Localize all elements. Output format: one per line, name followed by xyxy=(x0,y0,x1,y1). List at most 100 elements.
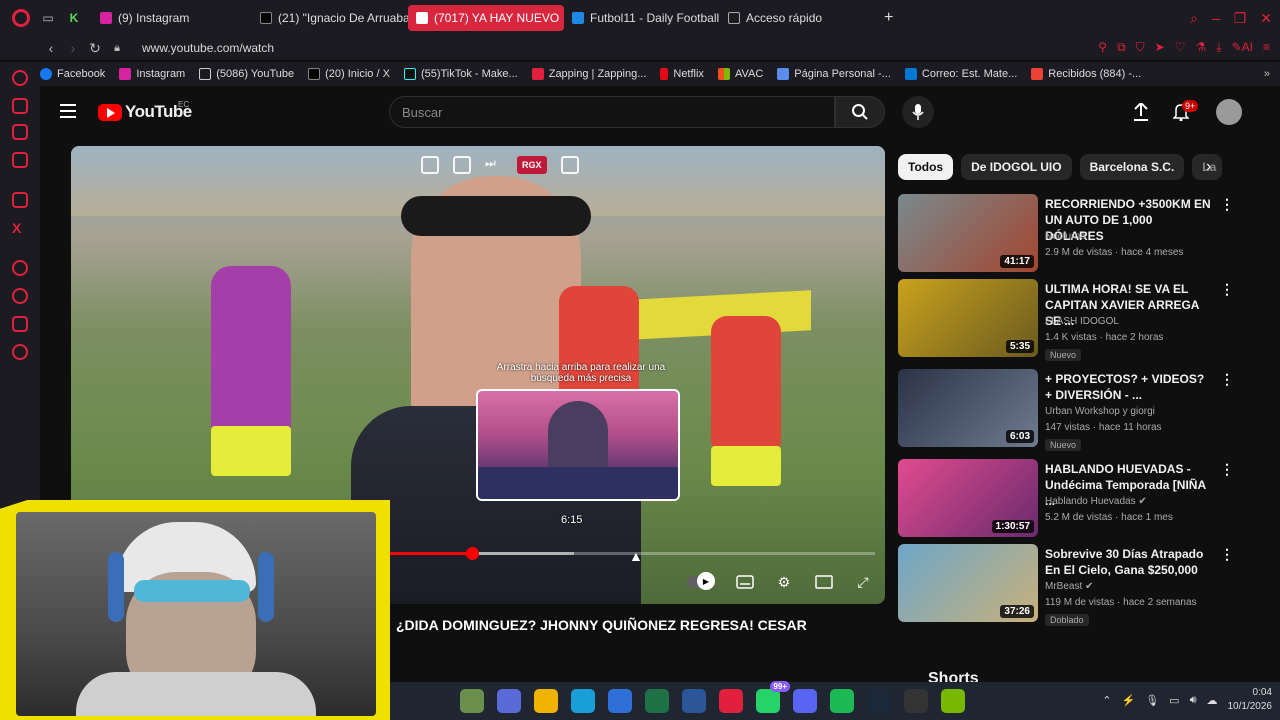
k-app-icon[interactable]: K xyxy=(66,10,82,26)
whatsapp-icon[interactable]: 99+ xyxy=(756,681,790,713)
bookmark-instagram[interactable]: Instagram xyxy=(119,68,185,80)
enter-icon[interactable] xyxy=(453,156,471,174)
more-options-icon[interactable]: ⋮ xyxy=(1220,371,1234,388)
history-icon[interactable] xyxy=(12,288,28,304)
suggestion-channel[interactable]: Hablando Huevadas ✔ xyxy=(1045,496,1147,507)
player-icon[interactable] xyxy=(12,260,28,276)
suggestion-item[interactable]: 6:03 + PROYECTOS? + VIDEOS? + DIVERSIÓN … xyxy=(898,369,1238,451)
suggestion-channel[interactable]: Nocturna xyxy=(1045,231,1086,242)
bookmark-tiktok[interactable]: (55)TikTok - Make... xyxy=(403,68,518,80)
messenger-icon[interactable] xyxy=(12,152,28,168)
mic-tray-icon[interactable]: 🎙︎ xyxy=(1145,694,1159,707)
bookmark-personal-page[interactable]: Página Personal -... xyxy=(777,68,891,80)
opera-gx-logo-icon[interactable] xyxy=(12,9,30,27)
tab-x-post[interactable]: (21) "Ignacio De Arruabarr xyxy=(252,5,408,31)
suggestion-item[interactable]: 5:35 ULTIMA HORA! SE VA EL CAPITAN XAVIE… xyxy=(898,279,1238,361)
rgx-button[interactable]: RGX xyxy=(517,156,547,174)
suggestion-item[interactable]: 1:30:57 HABLANDO HUEVADAS - Undécima Tem… xyxy=(898,459,1238,539)
gx-control-icon[interactable] xyxy=(12,98,28,114)
discord-icon[interactable] xyxy=(793,689,817,713)
upload-icon[interactable] xyxy=(1131,102,1151,122)
maximize-icon[interactable]: ❐ xyxy=(1234,10,1247,27)
edge-icon[interactable] xyxy=(571,689,595,713)
bookmark-netflix[interactable]: Netflix xyxy=(660,68,704,80)
weather-icon[interactable]: ☁ xyxy=(1207,694,1218,707)
pip-icon[interactable] xyxy=(560,156,579,174)
more-options-icon[interactable]: ⋮ xyxy=(1220,281,1234,298)
suggestion-thumbnail[interactable]: 5:35 xyxy=(898,279,1038,357)
popout-icon[interactable] xyxy=(421,156,439,174)
suggestion-item[interactable]: 41:17 RECORRIENDO +3500KM EN UN AUTO DE … xyxy=(898,194,1238,274)
cleaner-icon[interactable] xyxy=(12,124,28,140)
volume-icon[interactable]: 🔊︎ xyxy=(1190,694,1197,707)
suggestion-thumbnail[interactable]: 41:17 xyxy=(898,194,1038,272)
suggestion-channel[interactable]: MrBeast ✔ xyxy=(1045,581,1093,592)
chevron-up-icon[interactable]: ⌃ xyxy=(1102,694,1111,707)
tab-instagram[interactable]: (9) Instagram xyxy=(92,5,252,31)
fullscreen-icon[interactable]: ⤢ xyxy=(853,572,873,592)
account-avatar[interactable] xyxy=(1216,99,1242,125)
snapshot-icon[interactable]: ⧉ xyxy=(1117,40,1126,55)
forward-icon[interactable]: › xyxy=(62,40,84,56)
suggestion-thumbnail[interactable]: 1:30:57 xyxy=(898,459,1038,537)
bookmark-x[interactable]: (20) Inicio / X xyxy=(308,68,390,80)
chevron-right-icon[interactable]: › xyxy=(1206,158,1211,176)
url-field[interactable]: www.youtube.com/watch xyxy=(142,41,274,55)
bookmark-gmail[interactable]: Recibidos (884) -... xyxy=(1031,68,1141,80)
bookmark-avac[interactable]: AVAC xyxy=(717,68,763,80)
pin-icon[interactable]: ⚲ xyxy=(1098,40,1107,55)
more-options-icon[interactable]: ⋮ xyxy=(1220,196,1234,213)
chip-idogol[interactable]: De IDOGOL UIO xyxy=(961,154,1072,180)
copilot-icon[interactable] xyxy=(497,689,521,713)
x-sidebar-icon[interactable]: X xyxy=(12,220,28,236)
workspace-icon[interactable]: ▭ xyxy=(40,10,56,26)
display-icon[interactable]: ▭ xyxy=(1169,694,1179,707)
suggestion-thumbnail[interactable]: 37:26 xyxy=(898,544,1038,622)
tab-quick-access[interactable]: Acceso rápido xyxy=(720,5,876,31)
subtitles-icon[interactable] xyxy=(735,572,755,592)
store-icon[interactable] xyxy=(608,689,632,713)
heart-icon[interactable]: ♡ xyxy=(1175,40,1186,55)
tab-youtube-active[interactable]: (7017) YA HAY NUEVO xyxy=(408,5,564,31)
bookmark-youtube[interactable]: (5086) YouTube xyxy=(199,68,294,80)
excel-icon[interactable] xyxy=(645,689,669,713)
bookmark-zapping[interactable]: Zapping | Zapping... xyxy=(531,68,646,80)
more-options-icon[interactable]: ⋮ xyxy=(1220,461,1234,478)
suggestion-thumbnail[interactable]: 6:03 xyxy=(898,369,1038,447)
opera-gx-icon[interactable] xyxy=(719,689,743,713)
twitch-icon[interactable] xyxy=(12,192,28,208)
chip-barcelona[interactable]: Barcelona S.C. xyxy=(1079,154,1185,180)
speed-dial-icon[interactable] xyxy=(12,70,28,86)
send-icon[interactable]: ➤ xyxy=(1155,40,1165,55)
new-tab-button[interactable]: + xyxy=(876,5,906,31)
hamburger-menu-icon[interactable] xyxy=(60,104,76,118)
suggestion-title[interactable]: Sobrevive 30 Días Atrapado En El Cielo, … xyxy=(1045,546,1211,578)
settings-gear-icon[interactable]: ⚙ xyxy=(774,572,794,592)
search-button[interactable] xyxy=(835,96,885,128)
suggestion-title[interactable]: + PROYECTOS? + VIDEOS? + DIVERSIÓN - ... xyxy=(1045,371,1211,403)
chip-all[interactable]: Todos xyxy=(898,154,954,180)
theater-mode-icon[interactable] xyxy=(814,572,834,592)
spotify-icon[interactable] xyxy=(830,689,854,713)
minimize-icon[interactable]: – xyxy=(1212,10,1220,27)
obs-icon[interactable] xyxy=(904,689,928,713)
download-icon[interactable]: ⤓ xyxy=(1216,40,1221,55)
search-input[interactable]: Buscar xyxy=(389,96,835,128)
landscape-icon[interactable] xyxy=(460,689,484,713)
more-options-icon[interactable]: ⋮ xyxy=(1220,546,1234,563)
wallet-icon[interactable]: ⚗ xyxy=(1196,40,1207,55)
extensions-icon[interactable] xyxy=(12,316,28,332)
voice-search-button[interactable] xyxy=(902,96,934,128)
more-bookmarks-icon[interactable]: » xyxy=(1264,68,1270,80)
search-tabs-icon[interactable]: ⌕ xyxy=(1190,10,1198,27)
nvidia-icon[interactable] xyxy=(941,689,965,713)
bookmark-mail[interactable]: Correo: Est. Mate... xyxy=(904,68,1017,80)
skip-icon[interactable]: ⏭ xyxy=(485,156,503,174)
ai-icon[interactable]: ✎AI xyxy=(1232,40,1253,55)
close-icon[interactable]: ✕ xyxy=(1260,10,1272,27)
suggestion-item[interactable]: 37:26 Sobrevive 30 Días Atrapado En El C… xyxy=(898,544,1238,626)
autoplay-toggle[interactable] xyxy=(687,572,715,590)
settings-icon[interactable] xyxy=(12,344,28,360)
word-icon[interactable] xyxy=(682,689,706,713)
suggestion-channel[interactable]: FLASH IDOGOL xyxy=(1045,316,1119,327)
